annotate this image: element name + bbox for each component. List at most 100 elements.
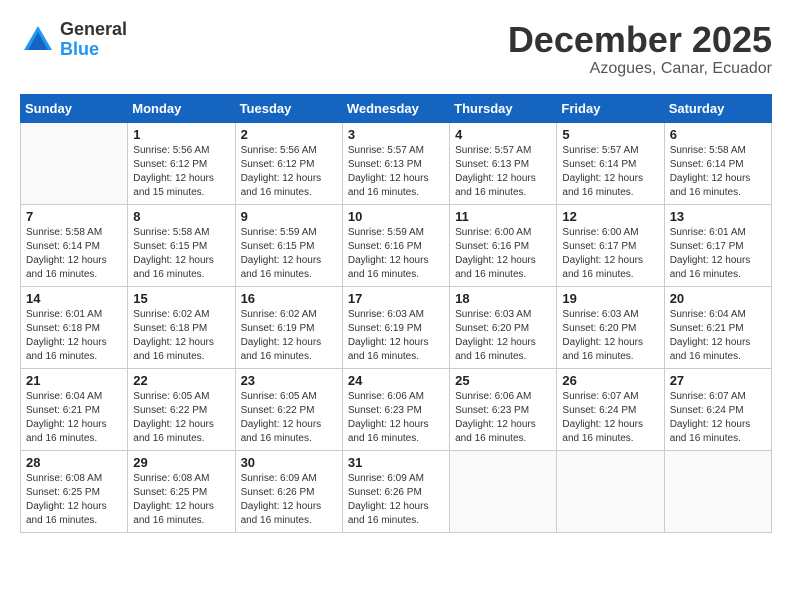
calendar-cell: 18Sunrise: 6:03 AMSunset: 6:20 PMDayligh… [450, 286, 557, 368]
day-number: 28 [26, 455, 122, 470]
calendar-cell: 27Sunrise: 6:07 AMSunset: 6:24 PMDayligh… [664, 368, 771, 450]
day-info: Sunrise: 6:03 AMSunset: 6:20 PMDaylight:… [562, 308, 658, 364]
calendar-cell: 16 Sunrise: 6:02 AMSunset: 6:19 PMDayligh… [235, 286, 342, 368]
day-number: 14 [26, 291, 122, 306]
calendar-header-row: SundayMondayTuesdayWednesdayThursdayFrid… [21, 94, 772, 122]
calendar-cell: 19 Sunrise: 6:03 AMSunset: 6:20 PMDayligh… [557, 286, 664, 368]
day-info: Sunrise: 5:59 AMSunset: 6:16 PMDaylight:… [348, 226, 444, 282]
day-info: Sunrise: 6:03 AMSunset: 6:19 PMDaylight:… [348, 308, 444, 364]
calendar-cell: 25 Sunrise: 6:06 AMSunset: 6:23 PMDayligh… [450, 368, 557, 450]
calendar-cell [664, 450, 771, 532]
page-header: General Blue December 2025 Azogues, Cana… [20, 20, 772, 78]
logo: General Blue [20, 20, 127, 60]
calendar-cell: 22 Sunrise: 6:05 AMSunset: 6:22 PMDayligh… [128, 368, 235, 450]
day-info: Sunrise: 5:58 AMSunset: 6:14 PMDaylight:… [26, 226, 122, 282]
calendar-cell: 15 Sunrise: 6:02 AMSunset: 6:18 PMDayligh… [128, 286, 235, 368]
calendar-cell: 17 Sunrise: 6:03 AMSunset: 6:19 PMDayligh… [342, 286, 449, 368]
calendar-cell [450, 450, 557, 532]
day-number: 8 [133, 209, 229, 224]
day-number: 19 [562, 291, 658, 306]
month-year: December 2025 [508, 20, 772, 60]
day-info: Sunrise: 6:09 AMSunset: 6:26 PMDaylight:… [241, 472, 337, 528]
day-number: 23 [241, 373, 337, 388]
day-number: 26 [562, 373, 658, 388]
logo-icon [20, 22, 56, 58]
day-info: Sunrise: 6:07 AMSunset: 6:24 PMDaylight:… [670, 390, 766, 446]
day-info: Sunrise: 6:00 AMSunset: 6:17 PMDaylight:… [562, 226, 658, 282]
day-info: Sunrise: 6:08 AMSunset: 6:25 PMDaylight:… [26, 472, 122, 528]
day-number: 15 [133, 291, 229, 306]
day-number: 5 [562, 127, 658, 142]
day-number: 24 [348, 373, 444, 388]
day-info: Sunrise: 6:00 AMSunset: 6:16 PMDaylight:… [455, 226, 551, 282]
calendar-header-wednesday: Wednesday [342, 94, 449, 122]
calendar-header-thursday: Thursday [450, 94, 557, 122]
day-info: Sunrise: 6:08 AMSunset: 6:25 PMDaylight:… [133, 472, 229, 528]
calendar-header-sunday: Sunday [21, 94, 128, 122]
day-info: Sunrise: 5:59 AMSunset: 6:15 PMDaylight:… [241, 226, 337, 282]
logo-blue: Blue [60, 40, 127, 60]
calendar-cell: 9 Sunrise: 5:59 AMSunset: 6:15 PMDaylight… [235, 204, 342, 286]
day-number: 21 [26, 373, 122, 388]
calendar-table: SundayMondayTuesdayWednesdayThursdayFrid… [20, 94, 772, 533]
calendar-week-row: 14 Sunrise: 6:01 AMSunset: 6:18 PMDayligh… [21, 286, 772, 368]
day-number: 3 [348, 127, 444, 142]
calendar-header-saturday: Saturday [664, 94, 771, 122]
day-number: 17 [348, 291, 444, 306]
day-info: Sunrise: 5:57 AMSunset: 6:13 PMDaylight:… [348, 144, 444, 200]
day-info: Sunrise: 6:05 AMSunset: 6:22 PMDaylight:… [241, 390, 337, 446]
day-info: Sunrise: 5:56 AMSunset: 6:12 PMDaylight:… [133, 144, 229, 200]
day-number: 9 [241, 209, 337, 224]
day-info: Sunrise: 5:58 AMSunset: 6:15 PMDaylight:… [133, 226, 229, 282]
calendar-cell: 28 Sunrise: 6:08 AMSunset: 6:25 PMDayligh… [21, 450, 128, 532]
calendar-cell: 12 Sunrise: 6:00 AMSunset: 6:17 PMDayligh… [557, 204, 664, 286]
day-info: Sunrise: 6:01 AMSunset: 6:17 PMDaylight:… [670, 226, 766, 282]
calendar-cell: 1Sunrise: 5:56 AMSunset: 6:12 PMDaylight… [128, 122, 235, 204]
calendar-cell: 26Sunrise: 6:07 AMSunset: 6:24 PMDayligh… [557, 368, 664, 450]
day-info: Sunrise: 6:04 AMSunset: 6:21 PMDaylight:… [670, 308, 766, 364]
day-number: 2 [241, 127, 337, 142]
calendar-header-friday: Friday [557, 94, 664, 122]
day-info: Sunrise: 6:02 AMSunset: 6:19 PMDaylight:… [241, 308, 337, 364]
day-number: 16 [241, 291, 337, 306]
day-info: Sunrise: 5:58 AMSunset: 6:14 PMDaylight:… [670, 144, 766, 200]
day-info: Sunrise: 6:01 AMSunset: 6:18 PMDaylight:… [26, 308, 122, 364]
day-number: 11 [455, 209, 551, 224]
day-number: 22 [133, 373, 229, 388]
calendar-cell: 5Sunrise: 5:57 AMSunset: 6:14 PMDaylight… [557, 122, 664, 204]
day-info: Sunrise: 6:09 AMSunset: 6:26 PMDaylight:… [348, 472, 444, 528]
day-number: 31 [348, 455, 444, 470]
day-info: Sunrise: 6:06 AMSunset: 6:23 PMDaylight:… [455, 390, 551, 446]
day-info: Sunrise: 5:56 AMSunset: 6:12 PMDaylight:… [241, 144, 337, 200]
day-info: Sunrise: 6:02 AMSunset: 6:18 PMDaylight:… [133, 308, 229, 364]
calendar-cell: 21 Sunrise: 6:04 AMSunset: 6:21 PMDayligh… [21, 368, 128, 450]
day-info: Sunrise: 6:04 AMSunset: 6:21 PMDaylight:… [26, 390, 122, 446]
calendar-cell: 2 Sunrise: 5:56 AMSunset: 6:12 PMDaylight… [235, 122, 342, 204]
day-info: Sunrise: 6:06 AMSunset: 6:23 PMDaylight:… [348, 390, 444, 446]
calendar-header-monday: Monday [128, 94, 235, 122]
location: Azogues, Canar, Ecuador [508, 60, 772, 78]
day-number: 7 [26, 209, 122, 224]
day-number: 29 [133, 455, 229, 470]
calendar-cell: 3 Sunrise: 5:57 AMSunset: 6:13 PMDaylight… [342, 122, 449, 204]
calendar-cell: 13 Sunrise: 6:01 AMSunset: 6:17 PMDayligh… [664, 204, 771, 286]
calendar-cell: 6Sunrise: 5:58 AMSunset: 6:14 PMDaylight… [664, 122, 771, 204]
day-number: 13 [670, 209, 766, 224]
calendar-cell: 23 Sunrise: 6:05 AMSunset: 6:22 PMDayligh… [235, 368, 342, 450]
calendar-cell: 30 Sunrise: 6:09 AMSunset: 6:26 PMDayligh… [235, 450, 342, 532]
calendar-cell: 8 Sunrise: 5:58 AMSunset: 6:15 PMDaylight… [128, 204, 235, 286]
day-number: 30 [241, 455, 337, 470]
title-block: December 2025 Azogues, Canar, Ecuador [508, 20, 772, 78]
logo-text: General Blue [60, 20, 127, 60]
day-number: 10 [348, 209, 444, 224]
day-number: 25 [455, 373, 551, 388]
day-number: 4 [455, 127, 551, 142]
logo-general: General [60, 20, 127, 40]
day-info: Sunrise: 6:05 AMSunset: 6:22 PMDaylight:… [133, 390, 229, 446]
calendar-cell [21, 122, 128, 204]
calendar-week-row: 21 Sunrise: 6:04 AMSunset: 6:21 PMDayligh… [21, 368, 772, 450]
calendar-cell: 24 Sunrise: 6:06 AMSunset: 6:23 PMDayligh… [342, 368, 449, 450]
day-info: Sunrise: 5:57 AMSunset: 6:13 PMDaylight:… [455, 144, 551, 200]
day-number: 12 [562, 209, 658, 224]
calendar-week-row: 1Sunrise: 5:56 AMSunset: 6:12 PMDaylight… [21, 122, 772, 204]
